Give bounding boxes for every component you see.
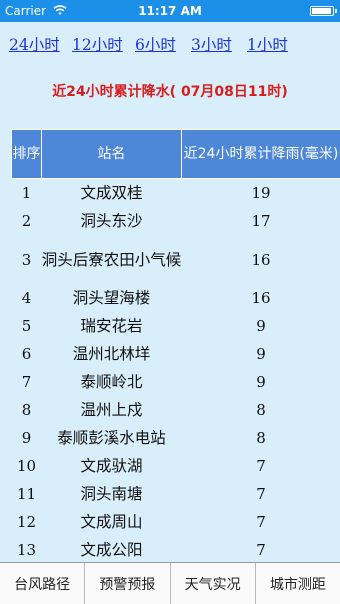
tab-typhoon-path[interactable]: 台风路径 bbox=[0, 563, 85, 604]
table-row: 5瑞安花岩9 bbox=[12, 312, 340, 340]
station-cell: 文成公阳 bbox=[42, 536, 182, 564]
tab-warning-forecast[interactable]: 预警预报 bbox=[85, 563, 170, 604]
rainfall-cell: 9 bbox=[182, 312, 340, 340]
table-row: 3洞头后寮农田小气候16 bbox=[12, 235, 340, 284]
station-cell: 文成周山 bbox=[42, 508, 182, 536]
rainfall-cell: 9 bbox=[182, 368, 340, 396]
rank-cell: 1 bbox=[12, 179, 42, 208]
link-24h[interactable]: 24小时 bbox=[9, 33, 60, 55]
rank-cell: 11 bbox=[12, 480, 42, 508]
table-row: 13文成公阳7 bbox=[12, 536, 340, 564]
clock: 11:17 AM bbox=[0, 4, 340, 18]
rank-cell: 3 bbox=[12, 235, 42, 284]
link-3h[interactable]: 3小时 bbox=[191, 33, 232, 55]
rainfall-cell: 8 bbox=[182, 396, 340, 424]
station-cell: 洞头南塘 bbox=[42, 480, 182, 508]
rainfall-cell: 7 bbox=[182, 452, 340, 480]
rank-cell: 9 bbox=[12, 424, 42, 452]
rainfall-cell: 8 bbox=[182, 424, 340, 452]
station-cell: 洞头后寮农田小气候 bbox=[42, 235, 182, 284]
tab-city-distance[interactable]: 城市测距 bbox=[256, 563, 340, 604]
rainfall-cell: 19 bbox=[182, 179, 340, 208]
station-cell: 温州上戍 bbox=[42, 396, 182, 424]
rainfall-cell: 7 bbox=[182, 508, 340, 536]
table-row: 12文成周山7 bbox=[12, 508, 340, 536]
table-row: 7泰顺岭北9 bbox=[12, 368, 340, 396]
table-row: 9泰顺彭溪水电站8 bbox=[12, 424, 340, 452]
header-station: 站名 bbox=[42, 130, 182, 179]
station-cell: 温州北林垟 bbox=[42, 340, 182, 368]
station-cell: 文成双桂 bbox=[42, 179, 182, 208]
rank-cell: 6 bbox=[12, 340, 42, 368]
table-header-row: 排序 站名 近24小时累计降雨(毫米) bbox=[12, 130, 340, 179]
station-cell: 文成驮湖 bbox=[42, 452, 182, 480]
rank-cell: 10 bbox=[12, 452, 42, 480]
rank-cell: 8 bbox=[12, 396, 42, 424]
link-6h[interactable]: 6小时 bbox=[135, 33, 176, 55]
table-row: 8温州上戍8 bbox=[12, 396, 340, 424]
table-row: 10文成驮湖7 bbox=[12, 452, 340, 480]
link-12h[interactable]: 12小时 bbox=[72, 33, 123, 55]
rainfall-cell: 17 bbox=[182, 207, 340, 235]
station-cell: 洞头望海楼 bbox=[42, 284, 182, 312]
station-cell: 泰顺岭北 bbox=[42, 368, 182, 396]
page-title: 近24小时累计降水( 07月08日11时) bbox=[0, 81, 340, 101]
rainfall-cell: 9 bbox=[182, 340, 340, 368]
header-rank: 排序 bbox=[12, 130, 42, 179]
table-row: 11洞头南塘7 bbox=[12, 480, 340, 508]
rainfall-table: 排序 站名 近24小时累计降雨(毫米) 1文成双桂192洞头东沙173洞头后寮农… bbox=[11, 129, 340, 564]
rainfall-cell: 16 bbox=[182, 284, 340, 312]
station-cell: 瑞安花岩 bbox=[42, 312, 182, 340]
table-row: 2洞头东沙17 bbox=[12, 207, 340, 235]
link-1h[interactable]: 1小时 bbox=[247, 33, 288, 55]
rank-cell: 12 bbox=[12, 508, 42, 536]
rainfall-cell: 7 bbox=[182, 480, 340, 508]
rank-cell: 13 bbox=[12, 536, 42, 564]
station-cell: 泰顺彭溪水电站 bbox=[42, 424, 182, 452]
header-rainfall: 近24小时累计降雨(毫米) bbox=[182, 130, 340, 179]
station-cell: 洞头东沙 bbox=[42, 207, 182, 235]
rank-cell: 2 bbox=[12, 207, 42, 235]
rank-cell: 5 bbox=[12, 312, 42, 340]
rank-cell: 4 bbox=[12, 284, 42, 312]
table-row: 4洞头望海楼16 bbox=[12, 284, 340, 312]
rainfall-cell: 7 bbox=[182, 536, 340, 564]
tab-bar: 台风路径 预警预报 天气实况 城市测距 bbox=[0, 562, 340, 604]
rainfall-cell: 16 bbox=[182, 235, 340, 284]
table-row: 1文成双桂19 bbox=[12, 179, 340, 208]
tab-weather-observation[interactable]: 天气实况 bbox=[171, 563, 256, 604]
status-bar: Carrier 11:17 AM bbox=[0, 0, 340, 22]
rank-cell: 7 bbox=[12, 368, 42, 396]
time-range-links: 24小时 12小时 6小时 3小时 1小时 bbox=[9, 33, 339, 55]
table-row: 6温州北林垟9 bbox=[12, 340, 340, 368]
battery-icon bbox=[310, 6, 334, 16]
